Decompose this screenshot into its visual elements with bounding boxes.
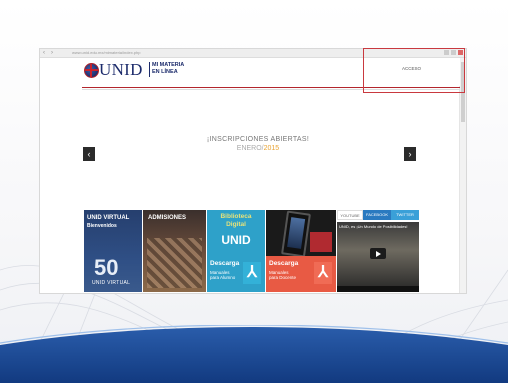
tablet-promo-tile[interactable] <box>266 210 336 256</box>
logo-subtitle: MI MATERIA EN LÍNEA <box>152 62 184 76</box>
logo-subtitle-line1: MI MATERIA <box>152 62 185 68</box>
admisiones-tile[interactable]: ADMISIONES <box>143 210 206 292</box>
promo-red-block <box>310 232 332 252</box>
tablet-screen <box>287 217 306 249</box>
unid-virtual-number: 50 <box>94 255 119 280</box>
pdf-icon: ⅄ <box>314 262 332 284</box>
banner-year: 2015 <box>263 145 280 152</box>
admisiones-title: ADMISIONES <box>148 215 187 221</box>
banner-date: ENERO/2015 <box>198 145 318 152</box>
descarga-alumno-tile[interactable]: Descarga Manuales para Alumno ⅄ <box>207 256 265 292</box>
biblioteca-line1: Biblioteca <box>220 213 252 220</box>
tab-facebook[interactable]: FACEBOOK <box>363 210 391 220</box>
unid-globe-logo-icon[interactable] <box>84 63 99 78</box>
bottom-blue-band <box>0 325 508 383</box>
tab-youtube[interactable]: YOUTUBE <box>337 210 363 220</box>
banner-month: ENERO/ <box>236 145 264 152</box>
logo-subtitle-line2: EN LÍNEA <box>152 69 178 75</box>
descarga-docente-tile[interactable]: Descarga Manuales para Docente ⅄ <box>266 256 336 292</box>
descarga-docente-subtitle: Manuales para Docente <box>269 270 296 280</box>
back-icon[interactable]: ‹ <box>43 50 49 56</box>
descarga-docente-line2: para Docente <box>269 275 297 280</box>
descarga-alumno-line2: para Alumno <box>210 275 236 280</box>
unid-virtual-subtitle: Bienvenidos <box>87 223 117 229</box>
banner-prev-button[interactable]: ‹ <box>83 147 95 161</box>
tab-twitter[interactable]: TWITTER <box>391 210 419 220</box>
biblioteca-line2: Digital <box>226 221 246 228</box>
pdf-icon: ⅄ <box>243 262 261 284</box>
play-icon[interactable] <box>370 248 386 259</box>
unid-virtual-caption: UNID VIRTUAL <box>92 280 131 286</box>
video-title[interactable]: UNID, es ¡Un Mundo de Posibilidades! <box>339 224 407 229</box>
forward-icon[interactable]: › <box>51 50 57 56</box>
youtube-video-player[interactable]: UNID, es ¡Un Mundo de Posibilidades! <box>337 222 419 292</box>
scrollbar[interactable] <box>459 58 466 293</box>
admisiones-photo <box>147 238 202 288</box>
biblioteca-line3: UNID <box>221 233 251 247</box>
descarga-alumno-subtitle: Manuales para Alumno <box>210 270 235 280</box>
video-controls-bar[interactable] <box>337 286 419 292</box>
social-tabs: YOUTUBE FACEBOOK TWITTER <box>337 210 419 220</box>
banner-headline: ¡INSCRIPCIONES ABIERTAS! <box>206 136 310 143</box>
descarga-docente-title: Descarga <box>269 260 299 267</box>
unid-virtual-tile[interactable]: UNID VIRTUAL Bienvenidos 50 UNID VIRTUAL <box>84 210 142 292</box>
descarga-alumno-title: Descarga <box>210 260 240 267</box>
logo-text[interactable]: UNID <box>99 61 143 79</box>
address-bar[interactable]: www.unid.edu.mx/mimateria/index.php <box>72 50 140 56</box>
logo-divider <box>149 62 150 77</box>
banner-next-button[interactable]: › <box>404 147 416 161</box>
biblioteca-digital-tile[interactable]: Biblioteca Digital UNID <box>207 210 265 256</box>
highlight-rectangle <box>363 48 465 93</box>
tablet-image <box>281 210 311 256</box>
unid-virtual-title: UNID VIRTUAL <box>87 215 130 221</box>
